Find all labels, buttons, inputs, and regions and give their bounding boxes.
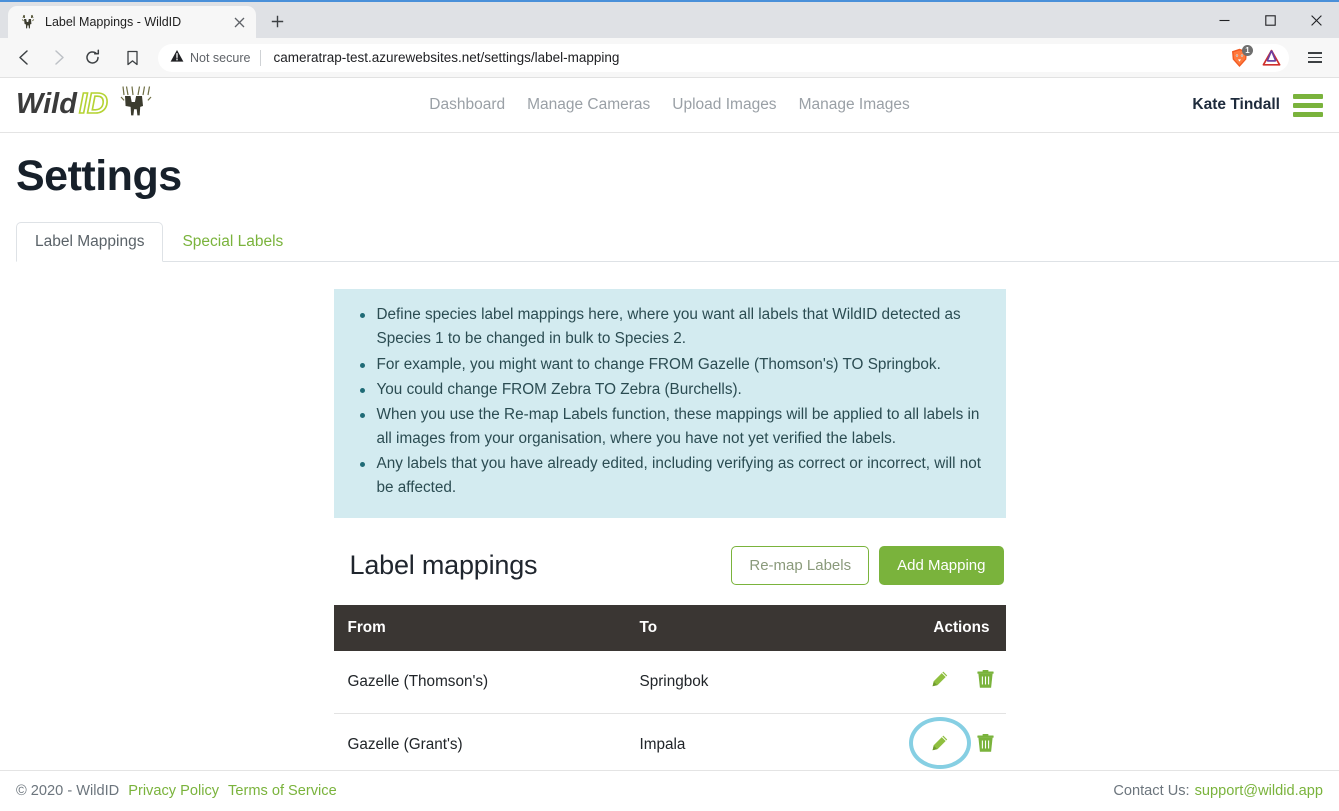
table-row: Gazelle (Thomson's) Springbok — [333, 650, 1006, 715]
site-hamburger-menu-icon[interactable] — [1293, 92, 1323, 119]
info-bullet: Any labels that you have already edited,… — [354, 452, 986, 500]
info-bullet: Define species label mappings here, wher… — [354, 303, 986, 351]
browser-tab-close-icon[interactable] — [228, 11, 250, 33]
browser-toolbar: Not secure cameratrap-test.azurewebsites… — [0, 38, 1339, 78]
pencil-edit-icon[interactable] — [930, 670, 950, 690]
address-bar[interactable]: Not secure cameratrap-test.azurewebsites… — [158, 43, 1289, 72]
cell-from: Gazelle (Grant's) — [333, 713, 626, 778]
trash-delete-icon[interactable] — [976, 670, 996, 690]
browser-menu-icon[interactable] — [1301, 43, 1329, 73]
nav-item-manage-images[interactable]: Manage Images — [799, 96, 910, 114]
maximize-icon[interactable] — [1247, 2, 1293, 38]
section-header: Label mappings Re-map Labels Add Mapping — [334, 545, 1006, 585]
info-bullet: For example, you might want to change FR… — [354, 353, 986, 377]
wildid-logo[interactable]: Wild ID — [16, 84, 159, 126]
purple-triangle-extension-icon[interactable] — [1257, 44, 1285, 72]
settings-panel: Define species label mappings here, wher… — [333, 289, 1006, 585]
label-mappings-table: From To Actions Gazelle (Thomson's) Spri… — [333, 604, 1006, 778]
security-status[interactable]: Not secure — [170, 49, 260, 66]
contact-label: Contact Us: — [1113, 783, 1190, 799]
table-body: Gazelle (Thomson's) Springbok Gazelle (G… — [333, 650, 1006, 778]
main-navigation: Dashboard Manage Cameras Upload Images M… — [429, 96, 909, 114]
terms-of-service-link[interactable]: Terms of Service — [228, 783, 337, 799]
table-header: From To Actions — [333, 604, 1006, 651]
svg-text:Wild: Wild — [16, 88, 78, 120]
trash-delete-icon[interactable] — [976, 733, 996, 753]
privacy-policy-link[interactable]: Privacy Policy — [128, 783, 219, 799]
bookmark-icon[interactable] — [116, 42, 148, 74]
cell-from: Gazelle (Thomson's) — [333, 650, 626, 715]
pencil-edit-icon[interactable] — [908, 717, 971, 770]
remap-labels-button[interactable]: Re-map Labels — [731, 545, 870, 585]
new-tab-button[interactable] — [262, 6, 292, 36]
info-bullet-list: Define species label mappings here, wher… — [354, 303, 986, 500]
column-header-to: To — [625, 604, 866, 651]
browser-tab-title: Label Mappings - WildID — [45, 15, 182, 29]
site-footer: © 2020 - WildID Privacy Policy Terms of … — [0, 770, 1339, 811]
table-header-row: From To Actions — [333, 604, 1006, 651]
column-header-from: From — [333, 604, 626, 651]
section-title: Label mappings — [349, 549, 538, 580]
footer-right: Contact Us: support@wildid.app — [1113, 783, 1323, 799]
extension-icons: 1 — [1221, 44, 1285, 72]
browser-window: Label Mappings - WildID Not secure camer… — [0, 0, 1339, 811]
nav-item-upload-images[interactable]: Upload Images — [672, 96, 776, 114]
cell-to: Impala — [625, 713, 866, 778]
site-header: Wild ID Dashboard Manage Cameras Upload … — [0, 78, 1339, 133]
forward-arrow-icon — [42, 42, 74, 74]
row-action-group — [908, 717, 996, 770]
back-arrow-icon[interactable] — [8, 42, 40, 74]
user-area: Kate Tindall — [1192, 92, 1323, 119]
column-header-actions: Actions — [865, 604, 1006, 651]
info-bullet: When you use the Re-map Labels function,… — [354, 403, 986, 451]
reload-icon[interactable] — [76, 42, 108, 74]
nav-item-manage-cameras[interactable]: Manage Cameras — [527, 96, 650, 114]
window-controls — [1201, 2, 1339, 38]
info-box: Define species label mappings here, wher… — [333, 289, 1006, 518]
page-title: Settings — [16, 152, 182, 200]
minimize-icon[interactable] — [1201, 2, 1247, 38]
cell-actions — [865, 713, 1006, 778]
address-bar-url[interactable]: cameratrap-test.azurewebsites.net/settin… — [261, 50, 1221, 65]
browser-tab[interactable]: Label Mappings - WildID — [8, 6, 256, 38]
svg-text:ID: ID — [79, 88, 108, 120]
add-mapping-button[interactable]: Add Mapping — [879, 545, 1004, 585]
window-close-icon[interactable] — [1293, 2, 1339, 38]
tab-special-labels[interactable]: Special Labels — [163, 222, 302, 262]
cell-to: Springbok — [625, 650, 866, 715]
support-email-link[interactable]: support@wildid.app — [1195, 783, 1323, 799]
info-bullet: You could change FROM Zebra TO Zebra (Bu… — [354, 378, 986, 402]
table-row: Gazelle (Grant's) Impala — [333, 713, 1006, 778]
tab-strip: Label Mappings - WildID — [0, 2, 292, 38]
footer-left: © 2020 - WildID Privacy Policy Terms of … — [16, 783, 337, 799]
user-name[interactable]: Kate Tindall — [1192, 96, 1280, 114]
nav-item-dashboard[interactable]: Dashboard — [429, 96, 505, 114]
settings-tabs: Label Mappings Special Labels — [16, 222, 1339, 263]
section-actions: Re-map Labels Add Mapping — [731, 545, 1004, 585]
security-status-label: Not secure — [190, 50, 251, 65]
page-content: Settings Label Mappings Special Labels D… — [0, 133, 1339, 811]
warning-triangle-icon — [170, 49, 184, 66]
brave-shields-badge: 1 — [1242, 44, 1253, 56]
page-viewport: Wild ID Dashboard Manage Cameras Upload … — [0, 78, 1339, 811]
copyright-text: © 2020 - WildID — [16, 783, 120, 799]
tab-label-mappings[interactable]: Label Mappings — [16, 222, 164, 263]
brave-shields-icon[interactable]: 1 — [1225, 44, 1253, 72]
cell-actions — [865, 650, 1006, 715]
browser-titlebar: Label Mappings - WildID — [0, 2, 1339, 38]
row-action-group — [930, 670, 996, 690]
wildid-antelope-favicon — [20, 14, 36, 30]
